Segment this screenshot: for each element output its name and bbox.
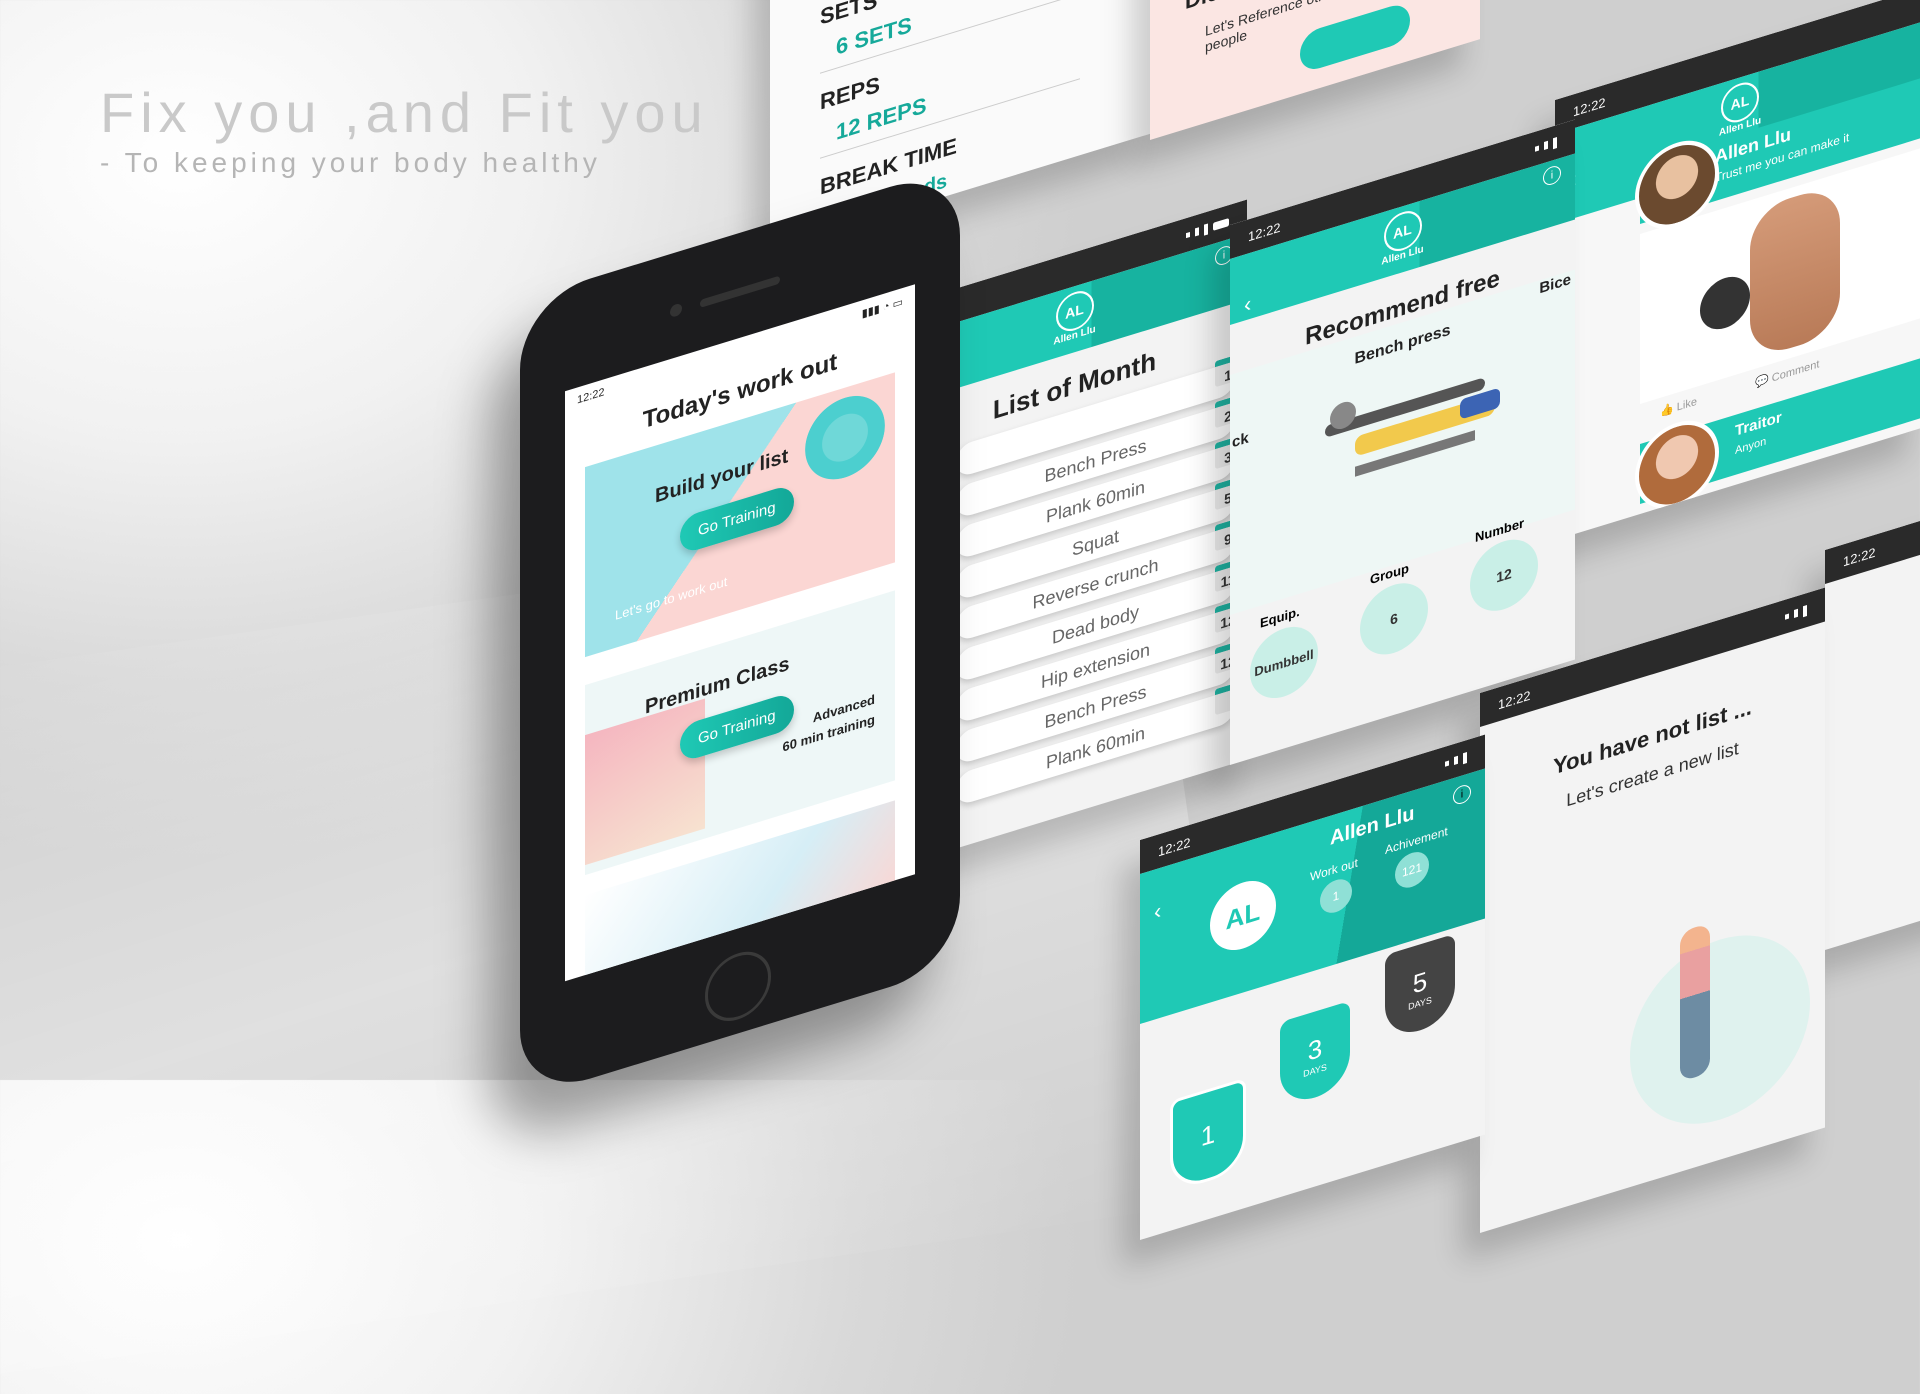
- second-author-photo: [1635, 409, 1719, 520]
- woman-figure: [1680, 922, 1710, 1082]
- back-button[interactable]: ‹: [1154, 897, 1161, 925]
- profile-feed-screen: 12:22 AL Allen Llu ‹ Allen Llu Trust me …: [1555, 0, 1920, 541]
- info-icon[interactable]: i: [1543, 163, 1561, 188]
- diet-screen: Diet list Let's Reference other people: [1150, 0, 1480, 140]
- shield-badge-3: 3 DAYS: [1280, 1000, 1350, 1109]
- sets-partial-label: CH: [800, 0, 826, 2]
- dumbbell-icon: [1700, 270, 1750, 336]
- battery-icon: [1213, 218, 1229, 231]
- avatar: AL: [1210, 872, 1276, 959]
- shield-3-number: 3: [1307, 1031, 1323, 1067]
- equip-value: Dumbbell: [1250, 618, 1318, 707]
- status-bar: 12:22: [1825, 488, 1920, 584]
- card-caption: Let's go to work out: [615, 573, 728, 623]
- headline-subtitle: - To keeping your body healthy: [100, 147, 601, 178]
- status-icons: [1445, 751, 1467, 770]
- illustration-blob: [1630, 912, 1810, 1148]
- headline: Fix you ,and Fit you - To keeping your b…: [100, 80, 709, 179]
- comment-label: Comment: [1771, 358, 1820, 385]
- shield-badge-1: 1: [1170, 1077, 1246, 1193]
- shield-badge-5: 5 DAYS: [1385, 933, 1455, 1042]
- shield-1-number: 1: [1200, 1117, 1216, 1152]
- phone-screen: 12:22 ▮▮▮ ◔ ▭ Today's work out Build you…: [565, 284, 915, 982]
- shield-5-unit: DAYS: [1408, 994, 1432, 1012]
- status-time: 12:22: [1573, 94, 1606, 119]
- second-post-sub: Anyon: [1735, 435, 1767, 457]
- equipment-image: [585, 698, 705, 866]
- group-value: 6: [1360, 574, 1428, 664]
- like-label: Like: [1676, 395, 1697, 414]
- like-button[interactable]: 👍 Like: [1660, 395, 1697, 419]
- status-icons: ▮▮▮ ◔ ▭: [861, 295, 903, 321]
- status-time: 12:22: [577, 386, 605, 407]
- status-time: 12:22: [1843, 544, 1876, 569]
- info-icon[interactable]: i: [1453, 782, 1471, 807]
- shield-3-unit: DAYS: [1303, 1061, 1327, 1079]
- status-time: 12:22: [1158, 834, 1191, 859]
- status-time: 12:22: [1248, 219, 1281, 244]
- second-post-author: Traitor: [1735, 408, 1782, 440]
- side-exercise-left: ck: [1232, 429, 1249, 452]
- sneaker-image: [805, 385, 885, 490]
- speaker: [700, 275, 780, 308]
- back-button[interactable]: ‹: [1244, 290, 1251, 318]
- home-button[interactable]: [705, 943, 771, 1030]
- status-icons: [1535, 136, 1557, 155]
- achievement-value: 121: [1395, 847, 1429, 893]
- status-icons: [1186, 217, 1229, 241]
- number-value: 12: [1470, 530, 1538, 620]
- front-camera: [670, 302, 682, 319]
- status-time: 12:22: [1498, 687, 1531, 712]
- recommend-screen: 12:22 AL Allen Llu ‹ i Recommend free Be…: [1230, 119, 1575, 765]
- status-icons: [1785, 604, 1807, 623]
- list-item-label: Squat: [1071, 525, 1120, 560]
- workout-value: 1: [1320, 875, 1352, 917]
- achievement-screen: 12:22 i ‹ AL Allen Llu Work out 1 Achive…: [1140, 734, 1485, 1240]
- empty-list-screen: 12:22 You have not list ... Let's create…: [1480, 587, 1825, 1233]
- phone-mockup: 12:22 ▮▮▮ ◔ ▭ Today's work out Build you…: [520, 165, 960, 1100]
- athlete-figure: [1750, 182, 1840, 361]
- partial-screen-right: 12:22: [1825, 488, 1920, 950]
- headline-title: Fix you ,and Fit you: [100, 81, 709, 144]
- shield-5-number: 5: [1412, 964, 1428, 1000]
